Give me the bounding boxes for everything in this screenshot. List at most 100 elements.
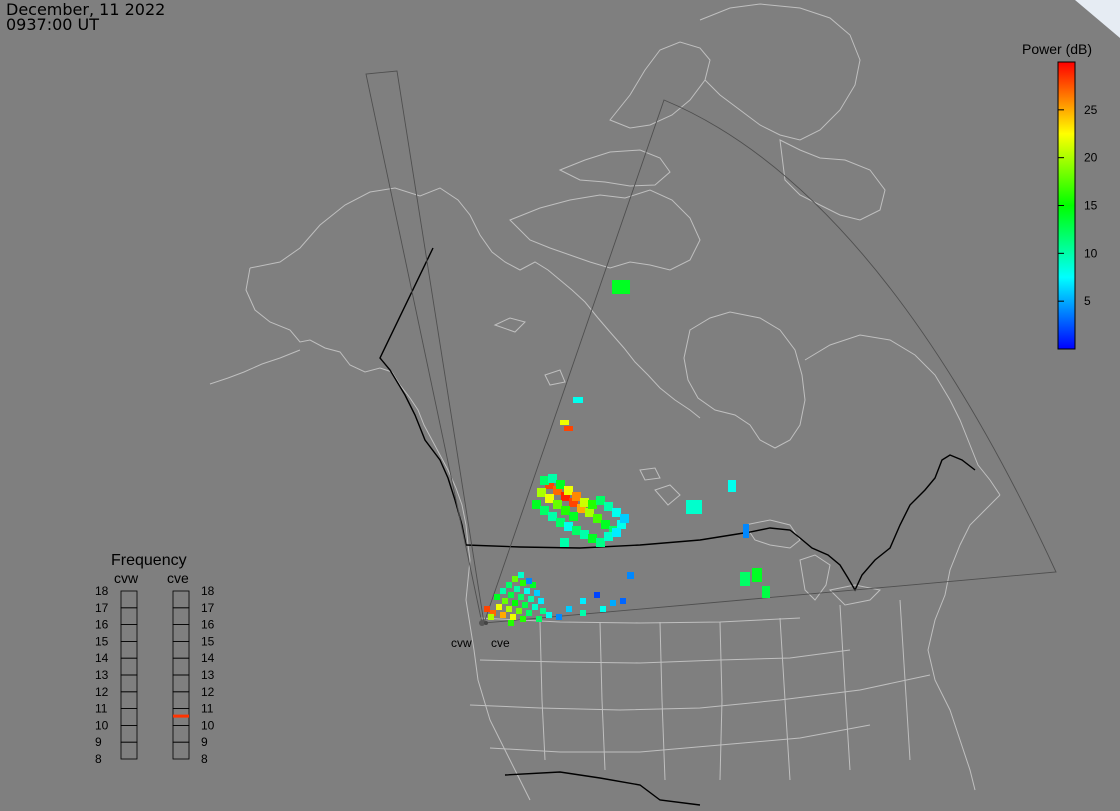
corner-wedge — [1075, 0, 1120, 38]
backscatter-cell — [594, 592, 600, 598]
frequency-cell — [120, 657, 138, 676]
backscatter-cell — [600, 606, 606, 612]
frequency-level-label: 18 — [201, 584, 215, 598]
frequency-level-label: 16 — [95, 618, 109, 632]
frequency-cell — [120, 741, 138, 760]
radar-sites: cvw cve — [451, 620, 510, 650]
backscatter-cell — [620, 598, 626, 604]
colorbar-tick-label: 15 — [1084, 199, 1098, 213]
frequency-col-cve: cve — [167, 570, 189, 586]
backscatter-cell — [512, 576, 518, 582]
backscatter-cell — [553, 500, 562, 509]
frequency-level-label: 14 — [201, 651, 215, 665]
backscatter-cell — [508, 592, 514, 598]
frequency-level-label: 16 — [201, 618, 215, 632]
frequency-level-label: 9 — [201, 735, 208, 749]
colorbar-tick-label: 25 — [1084, 103, 1098, 117]
backscatter-cell — [588, 534, 597, 543]
frequency-cell — [120, 725, 138, 743]
frequency-level-label: 12 — [95, 685, 109, 699]
backscatter-cell — [560, 538, 569, 547]
frequency-cell — [172, 674, 190, 693]
backscatter-cell — [601, 520, 610, 529]
backscatter-cell — [520, 616, 526, 622]
backscatter-cell — [560, 420, 569, 425]
backscatter-cell — [556, 518, 565, 527]
frequency-cell — [120, 708, 138, 726]
frequency-level-label: 13 — [201, 668, 215, 682]
frequency-level-label: 15 — [95, 634, 109, 648]
frequency-level-label: 15 — [201, 634, 215, 648]
backscatter-cell — [510, 614, 516, 620]
backscatter-cell — [526, 578, 532, 584]
backscatter-cell — [752, 568, 762, 582]
frequency-grid: 18 17 16 15 14 13 12 11 10 9 8 18 17 16 15 14 13 12 11 10 9 8 — [95, 584, 215, 766]
backscatter-cell — [522, 602, 528, 608]
backscatter-cell — [740, 572, 750, 586]
frequency-cell — [172, 691, 190, 709]
backscatter-cell — [538, 598, 544, 604]
frequency-cell — [120, 590, 138, 609]
radar-map: cvw cve Power (dB) 25 20 15 10 5 Frequency c… — [95, 3, 1098, 806]
frequency-level-label: 13 — [95, 668, 109, 682]
backscatter-cell — [536, 616, 542, 622]
backscatter-cell — [508, 620, 514, 626]
backscatter-cell — [762, 586, 770, 598]
backscatter-cell — [548, 512, 557, 521]
backscatter-cell — [516, 608, 522, 614]
backscatter-cell — [728, 480, 736, 492]
frequency-cell — [120, 691, 138, 709]
backscatter-cell — [512, 600, 518, 606]
frequency-cell — [172, 624, 190, 642]
backscatter-cell — [488, 614, 494, 620]
frequency-cell — [172, 725, 190, 743]
backscatter-cell — [620, 514, 629, 523]
backscatter-cell — [580, 610, 586, 616]
backscatter-cell — [604, 502, 613, 511]
frequency-cell — [120, 624, 138, 642]
backscatter-cell — [566, 606, 572, 612]
backscatter-cell — [537, 488, 546, 497]
backscatter-cell — [556, 614, 562, 620]
backscatter-cell — [588, 500, 597, 509]
frequency-cell — [172, 607, 190, 625]
frequency-level-label: 9 — [95, 735, 102, 749]
backscatter-cell — [564, 486, 573, 495]
frequency-level-label: 12 — [201, 685, 215, 699]
frequency-level-label: 8 — [95, 752, 102, 766]
colorbar-tick-label: 10 — [1084, 246, 1098, 260]
backscatter-cell — [585, 508, 594, 517]
backscatter-cell — [500, 612, 506, 618]
backscatter-cell — [534, 590, 540, 596]
backscatter-cell — [540, 608, 546, 614]
frequency-title: Frequency — [111, 552, 187, 569]
backscatter-cell — [548, 474, 557, 483]
backscatter-cell — [686, 500, 702, 514]
frequency-level-label: 17 — [201, 601, 215, 615]
frequency-panel: Frequency cvw cve 1817161514131211109818… — [95, 552, 215, 766]
backscatter-cell — [532, 604, 538, 610]
cvw-site-label: cvw — [451, 636, 472, 650]
backscatter-cell — [518, 572, 524, 578]
backscatter-cell — [502, 598, 508, 604]
backscatter-cell — [540, 476, 549, 485]
national-borders — [379, 247, 976, 806]
backscatter-cell — [569, 512, 578, 521]
backscatter-cell — [573, 397, 583, 403]
backscatter-cell — [545, 494, 554, 503]
backscatter-cells — [484, 280, 770, 626]
backscatter-cell — [526, 610, 532, 616]
backscatter-cell — [596, 496, 605, 505]
backscatter-cell — [518, 594, 524, 600]
backscatter-cell — [524, 588, 530, 594]
cvw-fov-outline — [365, 70, 485, 624]
frequency-cell — [172, 741, 190, 760]
frequency-level-label: 17 — [95, 601, 109, 615]
colorbar-tick-label: 5 — [1084, 294, 1091, 308]
backscatter-cell — [500, 588, 506, 594]
backscatter-cell — [572, 492, 581, 501]
backscatter-cell — [610, 600, 616, 606]
frequency-level-label: 8 — [201, 752, 208, 766]
backscatter-cell — [484, 606, 490, 612]
colorbar-tick-label: 20 — [1084, 151, 1098, 165]
